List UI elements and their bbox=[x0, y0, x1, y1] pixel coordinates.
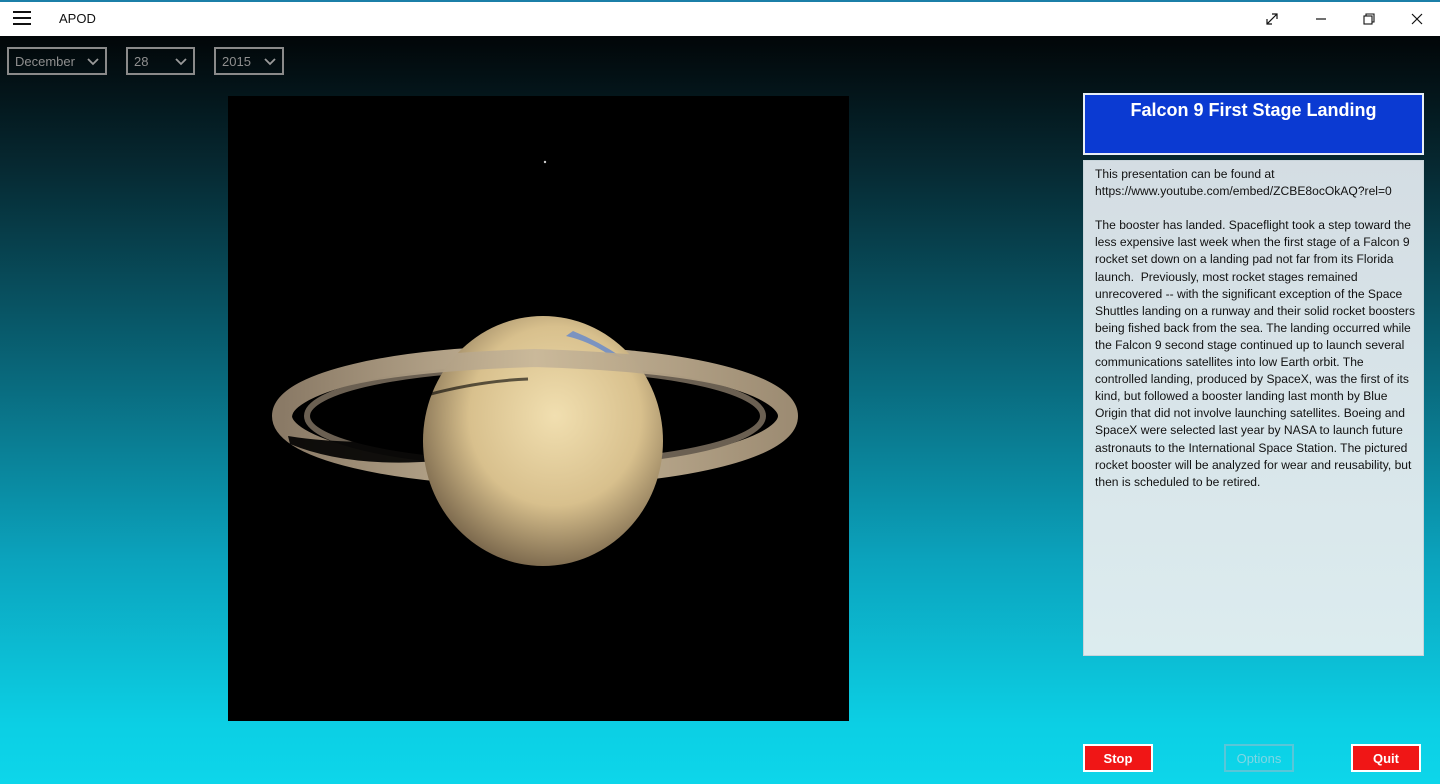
app-title: APOD bbox=[59, 11, 96, 26]
chevron-down-icon bbox=[264, 58, 276, 66]
title-bar: APOD bbox=[0, 0, 1440, 36]
chevron-down-icon bbox=[175, 58, 187, 66]
minimize-icon[interactable] bbox=[1298, 2, 1344, 36]
stop-button[interactable]: Stop bbox=[1083, 744, 1153, 772]
chevron-down-icon bbox=[87, 58, 99, 66]
year-select[interactable]: 2015 bbox=[214, 47, 284, 75]
restore-icon[interactable] bbox=[1346, 2, 1392, 36]
apod-title: Falcon 9 First Stage Landing bbox=[1083, 93, 1424, 155]
day-select[interactable]: 28 bbox=[126, 47, 195, 75]
month-value: December bbox=[15, 53, 75, 69]
hamburger-menu-icon[interactable] bbox=[13, 11, 31, 25]
main-area: December 28 2015 Falcon 9 First Stage La… bbox=[0, 36, 1440, 784]
fullscreen-icon[interactable] bbox=[1249, 2, 1295, 36]
apod-explanation: This presentation can be found at https:… bbox=[1083, 160, 1424, 656]
options-button[interactable]: Options bbox=[1224, 744, 1294, 772]
month-select[interactable]: December bbox=[7, 47, 107, 75]
close-icon[interactable] bbox=[1394, 2, 1440, 36]
saturn-image bbox=[228, 96, 849, 721]
apod-image bbox=[228, 96, 849, 721]
year-value: 2015 bbox=[222, 53, 251, 69]
quit-button[interactable]: Quit bbox=[1351, 744, 1421, 772]
day-value: 28 bbox=[134, 53, 149, 69]
